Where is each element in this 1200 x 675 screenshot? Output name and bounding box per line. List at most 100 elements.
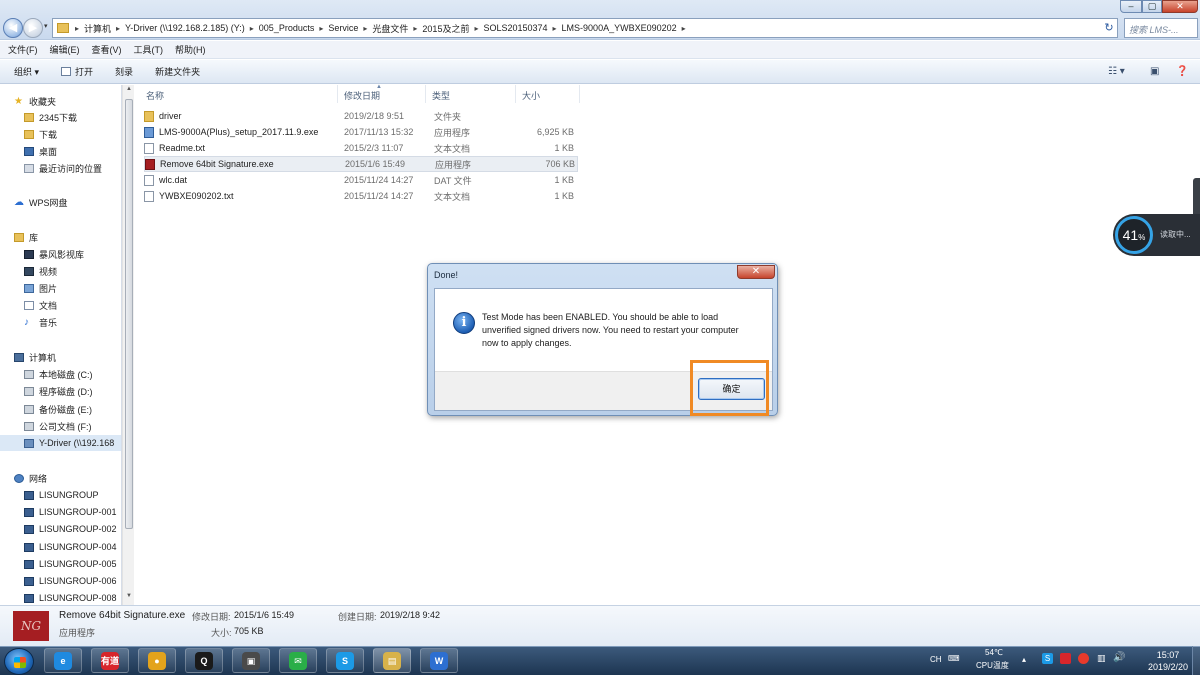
sidebar-favorites[interactable]: ★ 收藏夹 [14, 93, 121, 109]
dialog-close-button[interactable]: ✕ [737, 265, 775, 279]
network-drive-icon [24, 438, 34, 448]
sidebar-item-network-computer[interactable]: LISUNGROUP-004 [24, 539, 121, 555]
menu-help[interactable]: 帮助(H) [175, 43, 206, 56]
sidebar-item-network-computer[interactable]: LISUNGROUP-002 [24, 521, 121, 537]
breadcrumb-service[interactable]: Service [328, 23, 358, 33]
sidebar-item-network-computer[interactable]: LISUNGROUP-008 [24, 590, 121, 605]
taskbar-app-button[interactable]: ✉ [279, 648, 317, 673]
sidebar-network[interactable]: 网络 [14, 470, 121, 486]
breadcrumb-sols[interactable]: SOLS20150374 [483, 23, 547, 33]
security-tray-icon[interactable] [1078, 653, 1089, 664]
scroll-down-icon[interactable]: ▼ [124, 593, 134, 603]
video-icon [24, 266, 34, 276]
start-button[interactable] [4, 648, 34, 675]
file-row-selected[interactable]: Remove 64bit Signature.exe 2015/1/6 15:4… [144, 156, 578, 172]
breadcrumb-lms-folder[interactable]: LMS-9000A_YWBXE090202 [562, 23, 677, 33]
breadcrumb-computer[interactable]: 计算机 [84, 22, 111, 35]
video-editor-icon: ▣ [242, 651, 260, 670]
sidebar-item-baofeng[interactable]: 暴风影视库 [24, 246, 121, 262]
sidebar-item-y-driver[interactable]: Y-Driver (\\192.168 [0, 435, 121, 451]
minimize-button[interactable]: – [1120, 0, 1142, 13]
file-row[interactable]: wlc.dat 2015/11/24 14:27 DAT 文件 1 KB [144, 172, 578, 188]
computer-icon [24, 490, 34, 500]
preview-pane-icon[interactable]: ▣ [1150, 66, 1159, 77]
column-size-header[interactable]: 大小 [516, 85, 580, 103]
show-desktop-button[interactable] [1192, 646, 1200, 675]
scrollbar-thumb[interactable] [125, 99, 133, 529]
sidebar-item-2345-downloads[interactable]: 2345下载 [24, 109, 121, 125]
app-tray-icon[interactable] [1060, 653, 1071, 664]
sidebar-item-desktop[interactable]: 桌面 [24, 143, 121, 159]
taskbar-app-button[interactable]: ▣ [232, 648, 270, 673]
breadcrumb-2015[interactable]: 2015及之前 [422, 22, 469, 35]
search-input[interactable]: 搜索 LMS-... [1124, 18, 1198, 38]
menu-view[interactable]: 查看(V) [92, 43, 122, 56]
maximize-button[interactable]: ▢ [1142, 0, 1162, 13]
burn-button[interactable]: 刻录 [115, 65, 133, 78]
sidebar-item-drive-f[interactable]: 公司文档 (F:) [24, 418, 121, 434]
new-folder-button[interactable]: 新建文件夹 [155, 65, 200, 78]
file-row[interactable]: driver 2019/2/18 9:51 文件夹 [144, 108, 578, 124]
taskbar-app-button[interactable]: ▤ [373, 648, 411, 673]
sidebar-item-network-computer[interactable]: LISUNGROUP-001 [24, 504, 121, 520]
sidebar-item-videos[interactable]: 视频 [24, 263, 121, 279]
column-label: 名称 [146, 91, 165, 101]
breadcrumb-y-driver[interactable]: Y-Driver (\\192.168.2.185) (Y:) [125, 23, 245, 33]
close-window-button[interactable]: ✕ [1162, 0, 1198, 13]
back-button[interactable]: ◀ [3, 18, 23, 38]
scroll-up-icon[interactable]: ▲ [124, 86, 134, 96]
ok-button[interactable]: 确定 [698, 378, 765, 400]
sidebar-item-drive-c[interactable]: 本地磁盘 (C:) [24, 366, 121, 382]
recent-pages-dropdown[interactable]: ▾ [44, 22, 48, 30]
menu-edit[interactable]: 编辑(E) [50, 43, 80, 56]
sidebar-item-drive-d[interactable]: 程序磁盘 (D:) [24, 383, 121, 399]
sidebar-item-documents[interactable]: 文档 [24, 297, 121, 313]
system-clock[interactable]: 15:07 2019/2/20 [1138, 649, 1198, 673]
taskbar-app-button[interactable]: W [420, 648, 458, 673]
taskbar-app-button[interactable]: Q [185, 648, 223, 673]
sidebar-wps-drive[interactable]: ☁ WPS网盘 [14, 194, 121, 210]
file-name: YWBXE090202.txt [159, 191, 234, 201]
help-icon[interactable]: ❓ [1176, 66, 1188, 77]
sidebar-item-network-computer[interactable]: LISUNGROUP [24, 487, 121, 503]
breadcrumb-products[interactable]: 005_Products [259, 23, 315, 33]
volume-icon[interactable]: 🔊 [1113, 652, 1125, 663]
sidebar-item-pictures[interactable]: 图片 [24, 280, 121, 296]
taskbar-app-button[interactable]: S [326, 648, 364, 673]
refresh-icon[interactable]: ↻ [1101, 19, 1117, 37]
sidebar-item-recent[interactable]: 最近访问的位置 [24, 160, 121, 176]
menu-file[interactable]: 文件(F) [8, 43, 38, 56]
sidebar-item-music[interactable]: ♪ 音乐 [24, 314, 121, 330]
column-name-header[interactable]: 名称 [140, 85, 338, 103]
details-modified-label: 修改日期: [192, 612, 231, 622]
organize-button[interactable]: 组织 ▾ [14, 65, 39, 78]
sidebar-computer[interactable]: 计算机 [14, 349, 121, 365]
text-file-icon [144, 190, 154, 202]
sidebar-scrollbar[interactable]: ▲ ▼ [122, 85, 134, 605]
taskbar-app-button[interactable]: 有道 [91, 648, 129, 673]
column-date-header[interactable]: 修改日期 [338, 85, 426, 103]
taskbar-app-button[interactable]: e [44, 648, 82, 673]
tray-expand-icon[interactable]: ▴ [1022, 655, 1026, 664]
sidebar-item-downloads[interactable]: 下载 [24, 126, 121, 142]
menu-tools[interactable]: 工具(T) [134, 43, 164, 56]
keyboard-icon[interactable]: ⌨ [948, 654, 960, 663]
forward-button[interactable]: ▶ [23, 18, 43, 38]
file-row[interactable]: LMS-9000A(Plus)_setup_2017.11.9.exe 2017… [144, 124, 578, 140]
taskbar-app-button[interactable]: ● [138, 648, 176, 673]
sidebar-libraries[interactable]: 库 [14, 229, 121, 245]
language-indicator[interactable]: CH [930, 655, 942, 664]
column-type-header[interactable]: 类型 [426, 85, 516, 103]
skype-tray-icon[interactable]: S [1042, 653, 1053, 664]
sidebar-item-network-computer[interactable]: LISUNGROUP-006 [24, 573, 121, 589]
network-tray-icon[interactable]: ▥ [1097, 653, 1106, 664]
address-bar[interactable]: ▸ 计算机 ▸ Y-Driver (\\192.168.2.185) (Y:) … [52, 18, 1118, 38]
sidebar-item-network-computer[interactable]: LISUNGROUP-005 [24, 556, 121, 572]
breadcrumb-disc-files[interactable]: 光盘文件 [372, 22, 408, 35]
file-row[interactable]: Readme.txt 2015/2/3 11:07 文本文档 1 KB [144, 140, 578, 156]
file-size: 1 KB [554, 175, 574, 185]
sidebar-item-drive-e[interactable]: 备份磁盘 (E:) [24, 401, 121, 417]
file-row[interactable]: YWBXE090202.txt 2015/11/24 14:27 文本文档 1 … [144, 188, 578, 204]
open-button[interactable]: 打开 [61, 65, 93, 78]
view-options-icon[interactable]: ☷ ▾ [1108, 66, 1125, 77]
